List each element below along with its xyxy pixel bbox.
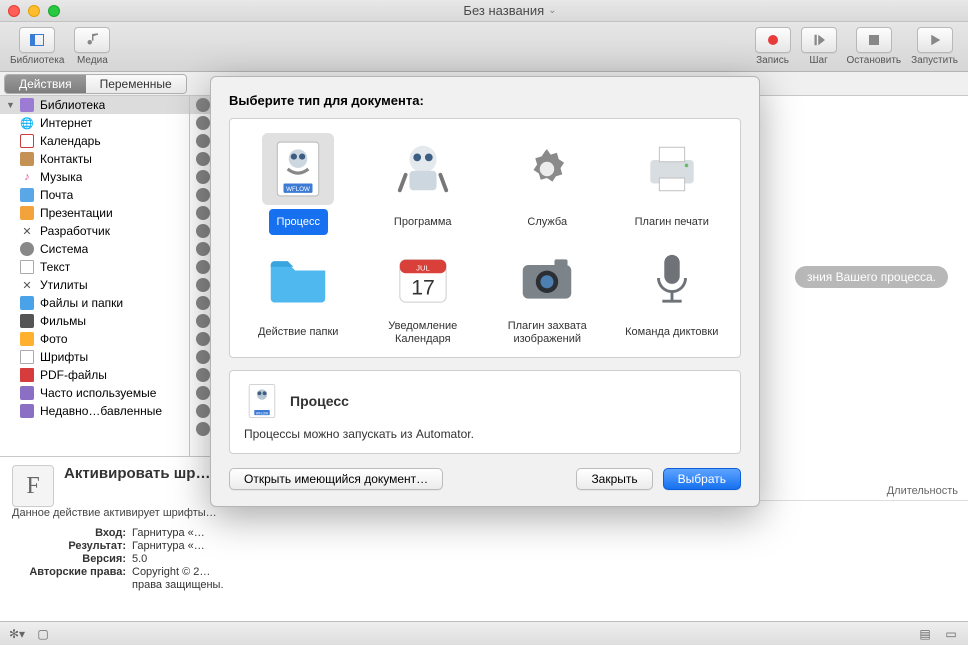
doc-type-capture[interactable]: Плагин захвата изображений (487, 243, 608, 347)
choose-button[interactable]: Выбрать (663, 468, 741, 490)
wflow-icon: WFLOW (262, 133, 334, 205)
print-icon (636, 133, 708, 205)
record-icon (755, 27, 791, 53)
app-icon (387, 133, 459, 205)
toolbar: Библиотека Медиа Запись Шаг Остановить З… (0, 22, 968, 72)
toolbar-library[interactable]: Библиотека (10, 27, 64, 66)
library-item[interactable]: PDF-файлы (0, 366, 189, 384)
gear-icon[interactable]: ✻▾ (8, 627, 26, 641)
new-document-dialog: Выберите тип для документа: WFLOWПроцесс… (210, 76, 760, 507)
stop-icon (856, 27, 892, 53)
font-icon: F (12, 465, 54, 507)
close-window-button[interactable] (8, 5, 20, 17)
minimize-window-button[interactable] (28, 5, 40, 17)
info-description: Данное действие активирует шрифты… (12, 507, 378, 519)
view-grid-icon[interactable]: ▭ (942, 627, 960, 641)
doc-type-service[interactable]: Служба (487, 133, 608, 235)
doc-type-calalarm[interactable]: JUL17Уведомление Календаря (363, 243, 484, 347)
svg-text:WFLOW: WFLOW (256, 412, 269, 416)
library-smart-item[interactable]: Недавно…бавленные (0, 402, 189, 420)
window-title: Без названия ⌄ (60, 3, 960, 18)
workflow-hint: зния Вашего процесса. (795, 266, 948, 288)
library-item[interactable]: Шрифты (0, 348, 189, 366)
dict-icon (636, 243, 708, 315)
library-item[interactable]: Контакты (0, 150, 189, 168)
toggle-pane-icon[interactable]: ▢ (34, 627, 52, 641)
document-type-grid: WFLOWПроцессПрограммаСлужбаПлагин печати… (229, 118, 741, 358)
library-item[interactable]: Презентации (0, 204, 189, 222)
library-item[interactable]: 🌐Интернет (0, 114, 189, 132)
svg-text:17: 17 (411, 276, 435, 299)
library-item[interactable]: Почта (0, 186, 189, 204)
tab-actions[interactable]: Действия (5, 75, 86, 93)
library-item[interactable]: Текст (0, 258, 189, 276)
library-item[interactable]: Система (0, 240, 189, 258)
toolbar-record[interactable]: Запись (755, 27, 791, 66)
dialog-description: WFLOW Процесс Процессы можно запускать и… (229, 370, 741, 454)
media-icon (74, 27, 110, 53)
library-item[interactable]: Файлы и папки (0, 294, 189, 312)
doc-type-folder[interactable]: Действие папки (238, 243, 359, 347)
service-icon (511, 133, 583, 205)
library-item[interactable]: ✕Утилиты (0, 276, 189, 294)
statusbar: ✻▾ ▢ ▤ ▭ (0, 621, 968, 645)
doc-type-wflow[interactable]: WFLOWПроцесс (238, 133, 359, 235)
svg-text:JUL: JUL (416, 263, 430, 272)
library-item[interactable]: ✕Разработчик (0, 222, 189, 240)
desc-title: Процесс (290, 393, 349, 409)
view-list-icon[interactable]: ▤ (916, 627, 934, 641)
toolbar-media[interactable]: Медиа (74, 27, 110, 66)
toolbar-step[interactable]: Шаг (801, 27, 837, 66)
library-smart-item[interactable]: Часто используемые (0, 384, 189, 402)
library-icon (19, 27, 55, 53)
doc-type-print[interactable]: Плагин печати (612, 133, 733, 235)
dialog-heading: Выберите тип для документа: (229, 93, 741, 108)
segmented-actions-variables[interactable]: Действия Переменные (4, 74, 187, 94)
calalarm-icon: JUL 17 (387, 243, 459, 315)
folder-icon (262, 243, 334, 315)
open-existing-button[interactable]: Открыть имеющийся документ… (229, 468, 443, 490)
window-title-text: Без названия (463, 3, 544, 18)
capture-icon (511, 243, 583, 315)
window-controls (8, 5, 60, 17)
svg-text:WFLOW: WFLOW (286, 186, 310, 193)
library-root[interactable]: ▼Библиотека (0, 96, 189, 114)
workflow-icon: WFLOW (244, 383, 280, 419)
library-item[interactable]: ♪Музыка (0, 168, 189, 186)
close-button[interactable]: Закрыть (576, 468, 652, 490)
library-item[interactable]: Календарь (0, 132, 189, 150)
toolbar-stop[interactable]: Остановить (847, 27, 902, 66)
library-item[interactable]: Фильмы (0, 312, 189, 330)
duration-column: Длительность (887, 485, 958, 497)
step-icon (801, 27, 837, 53)
play-icon (917, 27, 953, 53)
library-item[interactable]: Фото (0, 330, 189, 348)
titlebar: Без названия ⌄ (0, 0, 968, 22)
desc-text: Процессы можно запускать из Automator. (244, 427, 726, 441)
doc-type-app[interactable]: Программа (363, 133, 484, 235)
tab-variables[interactable]: Переменные (86, 75, 186, 93)
chevron-down-icon[interactable]: ⌄ (548, 5, 556, 16)
zoom-window-button[interactable] (48, 5, 60, 17)
toolbar-run[interactable]: Запустить (911, 27, 958, 66)
doc-type-dict[interactable]: Команда диктовки (612, 243, 733, 347)
